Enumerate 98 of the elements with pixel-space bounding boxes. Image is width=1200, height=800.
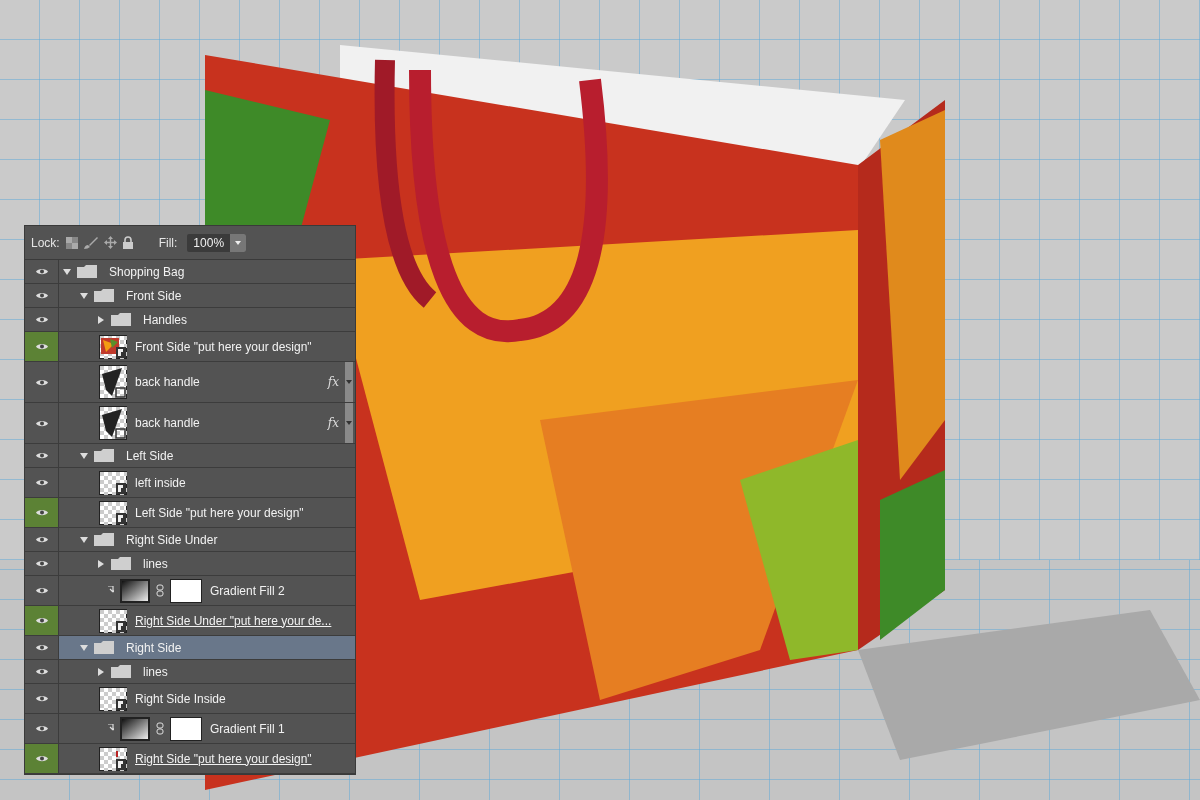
selected-layer-row[interactable]: Right Side: [59, 636, 355, 659]
layer-row[interactable]: Gradient Fill 2: [59, 576, 355, 605]
collapse-triangle-icon[interactable]: [80, 535, 88, 544]
eye-icon[interactable]: [34, 586, 49, 595]
layer-name: Right Side Under "put here your de...: [135, 613, 332, 628]
folder-icon: [94, 449, 114, 462]
layer-name: lines: [143, 664, 168, 679]
layer-name: Right Side Under: [126, 532, 218, 547]
collapse-triangle-icon[interactable]: [80, 643, 88, 652]
folder-icon: [77, 265, 97, 278]
eye-icon[interactable]: [34, 508, 49, 517]
collapse-triangle-icon[interactable]: [80, 451, 88, 460]
mask-thumbnail: [170, 578, 202, 603]
eye-icon[interactable]: [34, 291, 49, 300]
caret-icon: [346, 421, 352, 425]
brush-icon[interactable]: [83, 236, 98, 249]
layer-row[interactable]: Right Side "put here your design": [59, 744, 355, 773]
layer-row[interactable]: back handle fx: [59, 362, 355, 402]
effects-label[interactable]: fx: [327, 416, 339, 430]
scroll-thumb[interactable]: [345, 403, 353, 443]
lock-icon[interactable]: [122, 236, 133, 249]
eye-icon[interactable]: [34, 667, 49, 676]
eye-icon[interactable]: [34, 418, 49, 428]
expand-triangle-icon[interactable]: [97, 559, 105, 568]
layer-row[interactable]: lines: [59, 660, 355, 683]
layer-thumbnail: [99, 406, 127, 440]
link-icon[interactable]: [156, 584, 164, 597]
visibility-toggle-tagged[interactable]: [25, 332, 59, 361]
collapse-triangle-icon[interactable]: [63, 267, 71, 276]
visibility-toggle-tagged[interactable]: [25, 606, 59, 635]
eye-icon[interactable]: [34, 315, 49, 324]
layer-row[interactable]: Handles: [59, 308, 355, 331]
layer-row[interactable]: back handle fx: [59, 403, 355, 443]
layer-name: Front Side: [126, 288, 182, 303]
layer-name: Right Side Inside: [135, 691, 226, 706]
folder-icon: [94, 533, 114, 546]
layer-name: Right Side "put here your design": [135, 751, 312, 766]
eye-icon[interactable]: [34, 754, 49, 763]
layer-row[interactable]: lines: [59, 552, 355, 575]
fill-field[interactable]: 100%: [187, 233, 247, 252]
mask-thumbnail: [170, 716, 202, 741]
layer-name: Front Side "put here your design": [135, 339, 312, 354]
eye-icon[interactable]: [34, 643, 49, 652]
expand-triangle-icon[interactable]: [97, 667, 105, 676]
fill-label: Fill:: [158, 235, 178, 250]
eye-icon[interactable]: [34, 478, 49, 487]
gradient-thumbnail: [120, 716, 150, 741]
folder-icon: [94, 641, 114, 654]
expand-triangle-icon[interactable]: [97, 315, 105, 324]
folder-icon: [111, 313, 131, 326]
eye-icon[interactable]: [34, 342, 49, 351]
eye-icon[interactable]: [34, 535, 49, 544]
lock-label: Lock:: [31, 235, 60, 250]
layer-name: left inside: [135, 475, 186, 490]
layer-row[interactable]: Right Side Inside: [59, 684, 355, 713]
layer-name: Gradient Fill 1: [210, 721, 285, 736]
layer-name: Left Side "put here your design": [135, 505, 304, 520]
layer-name: Right Side: [126, 640, 182, 655]
visibility-toggle-tagged[interactable]: [25, 744, 59, 773]
eye-icon[interactable]: [34, 616, 49, 625]
layer-name: lines: [143, 556, 168, 571]
layer-row[interactable]: Shopping Bag: [59, 260, 355, 283]
layer-name: Handles: [143, 312, 188, 327]
scroll-thumb[interactable]: [345, 362, 353, 402]
layer-row[interactable]: Left Side: [59, 444, 355, 467]
layer-name: Shopping Bag: [109, 264, 185, 279]
caret-icon: [346, 380, 352, 384]
eye-icon[interactable]: [34, 451, 49, 460]
layer-row[interactable]: left inside: [59, 468, 355, 497]
layer-row[interactable]: Front Side: [59, 284, 355, 307]
layer-name: back handle: [135, 375, 200, 389]
layer-row[interactable]: Right Side Under "put here your de...: [59, 606, 355, 635]
layer-row[interactable]: Right Side Under: [59, 528, 355, 551]
layer-row[interactable]: Left Side "put here your design": [59, 498, 355, 527]
lock-transparency-icon[interactable]: [65, 236, 78, 249]
link-icon[interactable]: [156, 722, 164, 735]
visibility-toggle-tagged[interactable]: [25, 498, 59, 527]
layer-name: Gradient Fill 2: [210, 583, 285, 598]
eye-icon[interactable]: [34, 377, 49, 387]
move-icon[interactable]: [103, 236, 117, 249]
layer-thumbnail: [99, 365, 127, 399]
eye-icon[interactable]: [34, 559, 49, 568]
eye-icon[interactable]: [34, 694, 49, 703]
effects-label[interactable]: fx: [327, 375, 339, 389]
collapse-triangle-icon[interactable]: [80, 291, 88, 300]
layer-name: back handle: [135, 416, 200, 430]
folder-icon: [111, 557, 131, 570]
layer-row[interactable]: Gradient Fill 1: [59, 714, 355, 743]
gradient-thumbnail: [120, 578, 150, 603]
layer-row[interactable]: Front Side "put here your design": [59, 332, 355, 361]
layer-name: Left Side: [126, 448, 174, 463]
caret-icon: [235, 240, 242, 245]
folder-icon: [94, 289, 114, 302]
eye-icon[interactable]: [34, 724, 49, 733]
eye-icon[interactable]: [34, 267, 49, 276]
clipping-arrow-icon: [107, 586, 114, 595]
clipping-arrow-icon: [107, 724, 114, 733]
folder-icon: [111, 665, 131, 678]
